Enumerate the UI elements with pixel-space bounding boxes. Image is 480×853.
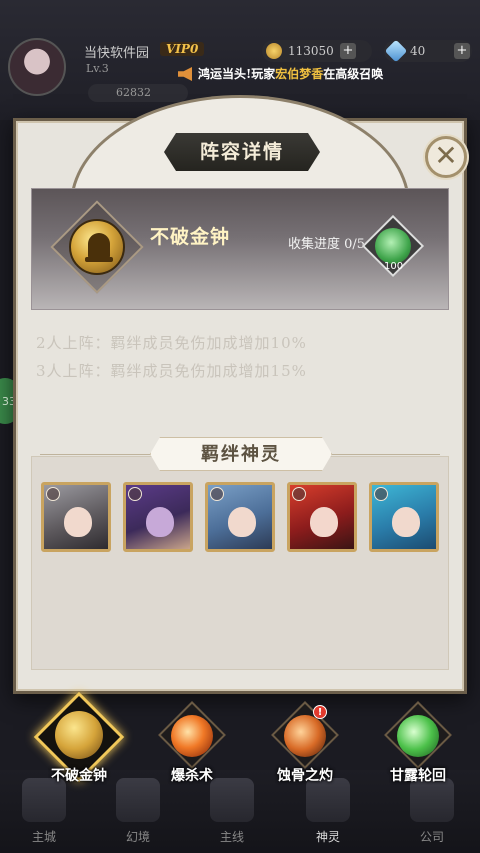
broadcast-prefix: 鸿运当头!玩家 xyxy=(198,67,276,81)
faction-icon xyxy=(292,487,306,501)
skill-dew-cycle[interactable]: 甘露轮回 xyxy=(370,701,466,795)
nav-label: 幻境 xyxy=(125,830,150,844)
bell-glyph xyxy=(85,233,113,262)
hero-face xyxy=(392,507,420,537)
skill-bone-burn[interactable]: ! 蚀骨之灼 xyxy=(257,701,353,795)
hero-card[interactable] xyxy=(41,482,111,552)
vip-badge[interactable]: VIP0 xyxy=(160,42,205,56)
alert-badge: ! xyxy=(313,705,327,719)
dialog-title: 阵容详情 xyxy=(164,133,320,171)
add-gem-button[interactable]: + xyxy=(454,43,470,59)
close-button[interactable]: ✕ xyxy=(425,136,467,178)
combo-name: 不破金钟 xyxy=(150,226,231,248)
skill-burst-kill[interactable]: 爆杀术 xyxy=(144,701,240,795)
broadcast-marquee: 鸿运当头!玩家宏伯梦香在高级召唤 xyxy=(178,64,383,84)
skill-label: 蚀骨之灼 xyxy=(277,768,333,784)
gem-amount: 40 xyxy=(410,44,426,58)
section-title: 羁绊神灵 xyxy=(150,437,332,471)
golden-bell-icon xyxy=(69,219,125,275)
hero-face xyxy=(146,507,174,537)
broadcast-suffix: 在高级召唤 xyxy=(323,67,384,81)
hero-face xyxy=(228,507,256,537)
hero-face xyxy=(310,507,338,537)
nav-label: 主城 xyxy=(31,830,56,844)
broadcast-player: 宏伯梦香 xyxy=(275,67,324,81)
green-potion-icon xyxy=(397,715,439,757)
nav-label: 神灵 xyxy=(315,830,340,844)
player-avatar[interactable] xyxy=(8,38,66,96)
coin-amount: 113050 xyxy=(288,44,334,58)
collection-progress: 收集进度 0/5 xyxy=(288,237,366,252)
close-icon: ✕ xyxy=(434,139,458,172)
skill-label: 爆杀术 xyxy=(171,768,213,784)
hero-card[interactable] xyxy=(123,482,193,552)
skill-label: 甘露轮回 xyxy=(390,768,446,784)
speaker-icon xyxy=(178,67,192,81)
nav-label: 主线 xyxy=(219,830,244,844)
hero-card[interactable] xyxy=(205,482,275,552)
add-coin-button[interactable]: + xyxy=(340,43,356,59)
jade-token-icon[interactable] xyxy=(375,228,411,264)
fire-slash-icon xyxy=(171,715,213,757)
hero-face xyxy=(64,507,92,537)
skill-golden-bell[interactable]: 不破金钟 xyxy=(31,691,127,795)
power-display: 62832 xyxy=(88,84,188,102)
hero-card[interactable] xyxy=(287,482,357,552)
hero-card[interactable] xyxy=(369,482,439,552)
bonus-line-2: 2人上阵：羁绊成员免伤加成增加10% xyxy=(36,334,307,352)
player-name: 当快软件园 xyxy=(84,46,150,61)
golden-bell-icon xyxy=(55,711,103,759)
reward-count: 100 xyxy=(384,261,404,272)
skill-label: 不破金钟 xyxy=(51,768,107,784)
faction-icon xyxy=(374,487,388,501)
bonus-line-3: 3人上阵：羁绊成员免伤加成增加15% xyxy=(36,362,307,380)
section-divider-left xyxy=(40,454,150,455)
faction-icon xyxy=(46,487,60,501)
faction-icon xyxy=(210,487,224,501)
trident-flame-icon xyxy=(284,715,326,757)
section-divider-right xyxy=(332,454,440,455)
faction-icon xyxy=(128,487,142,501)
nav-label: 公司 xyxy=(419,830,444,844)
player-level: Lv.3 xyxy=(86,62,109,75)
